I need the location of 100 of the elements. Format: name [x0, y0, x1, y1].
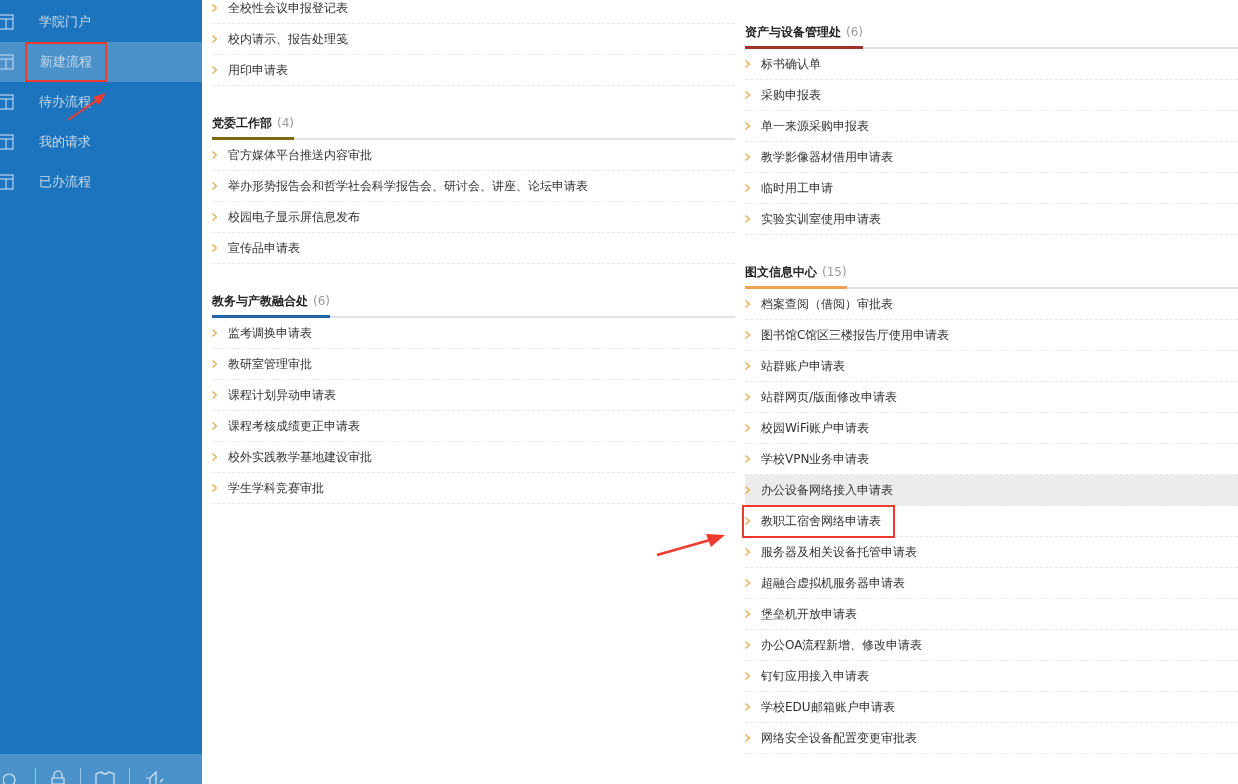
form-row[interactable]: 课程考核成绩更正申请表 [212, 411, 735, 442]
form-link[interactable]: 教学影像器材借用申请表 [761, 148, 893, 166]
form-link[interactable]: 举办形势报告会和哲学社会科学报告会、研讨会、讲座、论坛申请表 [228, 177, 588, 195]
form-link[interactable]: 服务器及相关设备托管申请表 [761, 543, 917, 561]
sidebar-item[interactable]: 待办流程 [0, 82, 202, 122]
form-row[interactable]: 办公设备网络接入申请表 [745, 475, 1238, 506]
form-link[interactable]: 站群账户申请表 [761, 357, 845, 375]
form-link[interactable]: 临时用工申请 [761, 179, 833, 197]
form-link[interactable]: 超融合虚拟机服务器申请表 [761, 574, 905, 592]
form-link[interactable]: 单一来源采购申报表 [761, 117, 869, 135]
lock-icon[interactable] [50, 770, 66, 784]
form-row[interactable]: 图书馆C馆区三楼报告厅使用申请表 [745, 320, 1238, 351]
form-row[interactable]: 临时用工申请 [745, 173, 1238, 204]
form-link[interactable]: 学校EDU邮箱账户申请表 [761, 698, 895, 716]
form-row[interactable]: 宣传品申请表 [212, 233, 735, 264]
chevron-icon [745, 548, 750, 556]
sidebar-item[interactable]: 已办流程 [0, 162, 202, 202]
form-row[interactable]: 服务器及相关设备托管申请表 [745, 537, 1238, 568]
form-link[interactable]: 教研室管理审批 [228, 355, 312, 373]
form-link[interactable]: 档案查阅（借阅）审批表 [761, 295, 893, 313]
sidebar-item[interactable]: 我的请求 [0, 122, 202, 162]
form-row[interactable]: 全校性会议申报登记表 [212, 0, 735, 24]
form-row[interactable]: 监考调换申请表 [212, 318, 735, 349]
form-link[interactable]: 课程计划异动申请表 [228, 386, 336, 404]
section-title: 图文信息中心 [745, 264, 817, 281]
form-link[interactable]: 图书馆C馆区三楼报告厅使用申请表 [761, 326, 950, 344]
form-row[interactable]: 档案查阅（借阅）审批表 [745, 289, 1238, 320]
form-row[interactable]: 实验实训室使用申请表 [745, 204, 1238, 235]
form-link[interactable]: 校园WiFi账户申请表 [761, 419, 870, 437]
form-row[interactable]: 标书确认单 [745, 49, 1238, 80]
section-count: (6) [313, 294, 330, 308]
form-link[interactable]: 学生学科竞赛审批 [228, 479, 324, 497]
chevron-icon [212, 35, 217, 43]
chevron-icon [745, 393, 750, 401]
form-link[interactable]: 站群网页/版面修改申请表 [761, 388, 898, 406]
form-row[interactable]: 堡垒机开放申请表 [745, 599, 1238, 630]
form-link[interactable]: 宣传品申请表 [228, 239, 300, 257]
form-row[interactable]: 学生学科竞赛审批 [212, 473, 735, 504]
chevron-icon [212, 4, 217, 12]
form-link[interactable]: 校园电子显示屏信息发布 [228, 208, 360, 226]
section-count: (15) [822, 265, 847, 279]
form-row[interactable]: 站群账户申请表 [745, 351, 1238, 382]
window-icon [0, 174, 14, 190]
form-row[interactable]: 采购申报表 [745, 80, 1238, 111]
form-row[interactable]: 教职工宿舍网络申请表 [745, 506, 1238, 537]
form-row[interactable]: 单一来源采购申报表 [745, 111, 1238, 142]
form-link[interactable]: 采购申报表 [761, 86, 821, 104]
section-title: 教务与产教融合处 [212, 293, 308, 310]
form-row[interactable]: 超融合虚拟机服务器申请表 [745, 568, 1238, 599]
form-row[interactable]: 官方媒体平台推送内容审批 [212, 140, 735, 171]
form-row[interactable]: 校外实践教学基地建设审批 [212, 442, 735, 473]
section-count: (4) [277, 116, 294, 130]
form-link[interactable]: 堡垒机开放申请表 [761, 605, 857, 623]
form-row[interactable]: 校园电子显示屏信息发布 [212, 202, 735, 233]
form-row[interactable]: 校园WiFi账户申请表 [745, 413, 1238, 444]
form-row[interactable]: 校内请示、报告处理笺 [212, 24, 735, 55]
chevron-icon [745, 703, 750, 711]
chevron-icon [212, 422, 217, 430]
form-row[interactable]: 教研室管理审批 [212, 349, 735, 380]
chevron-icon [212, 182, 217, 190]
form-link[interactable]: 办公设备网络接入申请表 [761, 481, 893, 499]
form-link[interactable]: 官方媒体平台推送内容审批 [228, 146, 372, 164]
form-row[interactable]: 用印申请表 [212, 55, 735, 86]
form-link[interactable]: 实验实训室使用申请表 [761, 210, 881, 228]
form-link[interactable]: 办公OA流程新增、修改申请表 [761, 636, 923, 654]
shirt-icon[interactable] [95, 770, 115, 784]
chevron-icon [745, 455, 750, 463]
chevron-icon [212, 484, 217, 492]
form-row[interactable]: 站群网页/版面修改申请表 [745, 382, 1238, 413]
form-link[interactable]: 用印申请表 [228, 61, 288, 79]
form-link[interactable]: 校外实践教学基地建设审批 [228, 448, 372, 466]
form-row[interactable]: 办公OA流程新增、修改申请表 [745, 630, 1238, 661]
form-row[interactable]: 网络安全设备配置变更审批表 [745, 723, 1238, 754]
form-row[interactable]: 课程计划异动申请表 [212, 380, 735, 411]
chevron-icon [745, 215, 750, 223]
annotation-arrow [656, 533, 726, 557]
annotation-arrow [66, 92, 108, 122]
form-row[interactable]: 教学影像器材借用申请表 [745, 142, 1238, 173]
form-link[interactable]: 标书确认单 [761, 55, 821, 73]
form-row[interactable]: 举办形势报告会和哲学社会科学报告会、研讨会、讲座、论坛申请表 [212, 171, 735, 202]
sidebar-item[interactable]: 学院门户 [0, 2, 202, 42]
form-link[interactable]: 学校VPN业务申请表 [761, 450, 870, 468]
form-link[interactable]: 监考调换申请表 [228, 324, 312, 342]
section-count: (6) [846, 25, 863, 39]
chevron-icon [745, 331, 750, 339]
chevron-icon [745, 424, 750, 432]
chevron-icon [745, 153, 750, 161]
form-link[interactable]: 校内请示、报告处理笺 [228, 30, 348, 48]
chevron-icon [212, 213, 217, 221]
section-title: 党委工作部 [212, 115, 272, 132]
chevron-icon [212, 151, 217, 159]
form-link[interactable]: 课程考核成绩更正申请表 [228, 417, 360, 435]
form-link[interactable]: 网络安全设备配置变更审批表 [761, 729, 917, 747]
form-link[interactable]: 全校性会议申报登记表 [228, 0, 348, 17]
form-link[interactable]: 钉钉应用接入申请表 [761, 667, 869, 685]
form-row[interactable]: 学校EDU邮箱账户申请表 [745, 692, 1238, 723]
window-icon [0, 94, 14, 110]
chevron-icon [745, 517, 750, 525]
form-row[interactable]: 钉钉应用接入申请表 [745, 661, 1238, 692]
chevron-icon [212, 360, 217, 368]
